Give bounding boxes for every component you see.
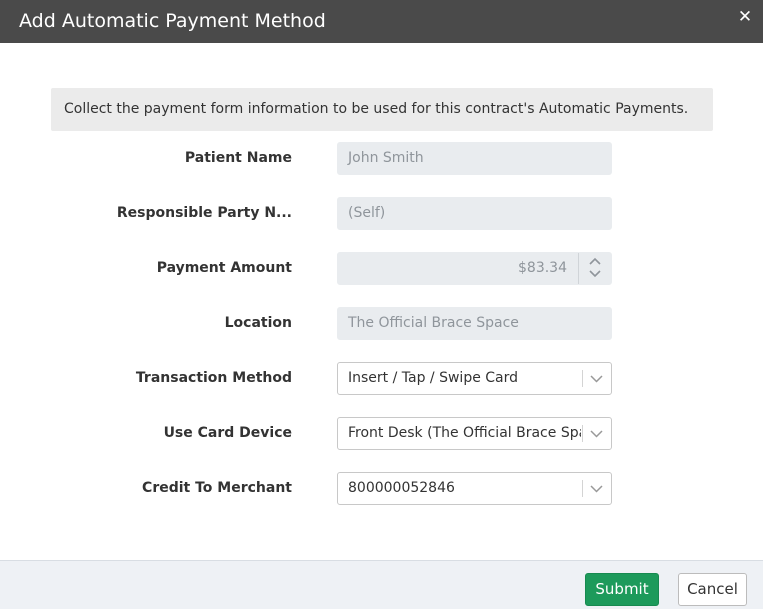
chevron-up-icon[interactable]	[589, 256, 601, 266]
patient-name-label: Patient Name	[184, 150, 292, 166]
responsible-party-field: (Self)	[337, 197, 612, 230]
card-device-value: Front Desk (The Official Brace Space)	[348, 425, 581, 441]
transaction-method-label: Transaction Method	[135, 370, 292, 386]
info-message: Collect the payment form information to …	[51, 88, 713, 131]
form-row-transaction-method: Transaction Method Insert / Tap / Swipe …	[0, 362, 763, 395]
card-device-select[interactable]: Front Desk (The Official Brace Space)	[337, 417, 612, 450]
form-row-credit-merchant: Credit To Merchant 800000052846	[0, 472, 763, 505]
form-row-card-device: Use Card Device Front Desk (The Official…	[0, 417, 763, 450]
location-field: The Official Brace Space	[337, 307, 612, 340]
responsible-party-label: Responsible Party N...	[116, 205, 292, 221]
payment-amount-value: $83.34	[518, 260, 567, 276]
card-device-label: Use Card Device	[163, 425, 292, 441]
select-separator	[582, 480, 583, 497]
payment-amount-field[interactable]: $83.34	[337, 252, 612, 285]
dialog-title: Add Automatic Payment Method	[19, 10, 326, 32]
select-separator	[582, 425, 583, 442]
form-row-responsible-party: Responsible Party N... (Self)	[0, 197, 763, 230]
form-row-location: Location The Official Brace Space	[0, 307, 763, 340]
dialog-titlebar: Add Automatic Payment Method ✕	[0, 0, 763, 43]
transaction-method-select[interactable]: Insert / Tap / Swipe Card	[337, 362, 612, 395]
credit-merchant-select[interactable]: 800000052846	[337, 472, 612, 505]
chevron-down-icon[interactable]	[590, 482, 603, 495]
select-separator	[582, 370, 583, 387]
transaction-method-value: Insert / Tap / Swipe Card	[348, 370, 519, 386]
chevron-down-icon[interactable]	[589, 269, 601, 279]
payment-amount-label: Payment Amount	[156, 260, 292, 276]
patient-name-field: John Smith	[337, 142, 612, 175]
credit-merchant-label: Credit To Merchant	[142, 480, 292, 496]
location-label: Location	[224, 315, 292, 331]
form-row-patient-name: Patient Name John Smith	[0, 142, 763, 175]
dialog-footer: Submit Cancel	[0, 560, 763, 609]
chevron-down-icon[interactable]	[590, 372, 603, 385]
credit-merchant-value: 800000052846	[348, 480, 455, 496]
form-row-payment-amount: Payment Amount $83.34	[0, 252, 763, 285]
cancel-button[interactable]: Cancel	[678, 573, 747, 606]
submit-button[interactable]: Submit	[585, 573, 659, 606]
amount-spinner[interactable]	[578, 253, 611, 284]
close-icon[interactable]: ✕	[737, 7, 753, 27]
chevron-down-icon[interactable]	[590, 427, 603, 440]
